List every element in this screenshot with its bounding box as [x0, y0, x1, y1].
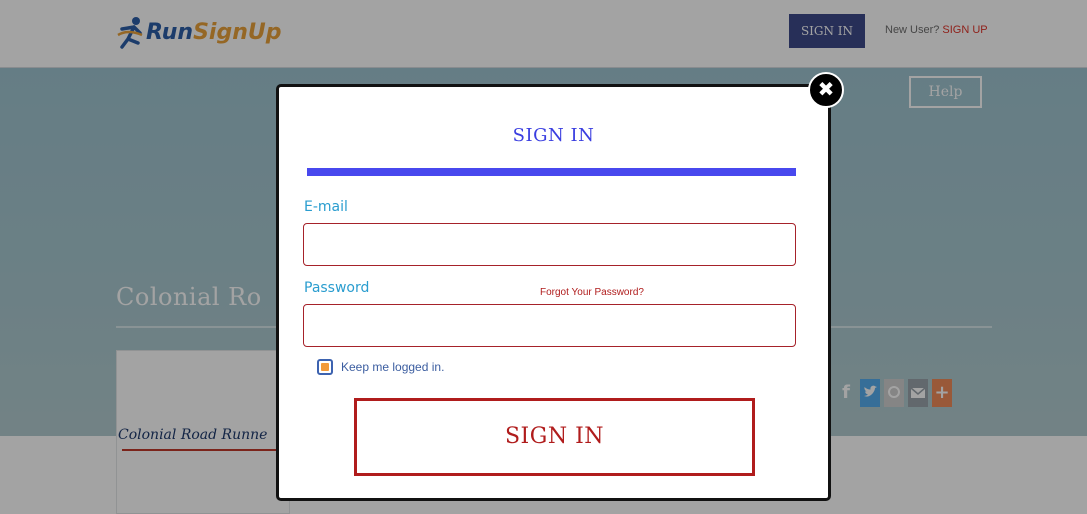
keep-logged-in-label: Keep me logged in.	[341, 360, 445, 374]
checkbox-checked-mark	[321, 363, 329, 371]
close-icon[interactable]: ✖	[808, 72, 844, 108]
password-field[interactable]	[303, 304, 796, 347]
signin-submit-button[interactable]: SIGN IN	[354, 398, 755, 476]
password-label: Password	[304, 280, 370, 296]
forgot-password-link[interactable]: Forgot Your Password?	[540, 287, 644, 298]
email-label: E-mail	[304, 199, 348, 215]
keep-logged-in-checkbox[interactable]	[317, 359, 333, 375]
modal-title-bar	[307, 168, 796, 176]
email-field[interactable]	[303, 223, 796, 266]
modal-title: SIGN IN	[512, 125, 595, 146]
signin-modal: SIGN IN E-mail Password Forgot Your Pass…	[276, 84, 831, 501]
keep-logged-in-row[interactable]: Keep me logged in.	[317, 359, 444, 375]
